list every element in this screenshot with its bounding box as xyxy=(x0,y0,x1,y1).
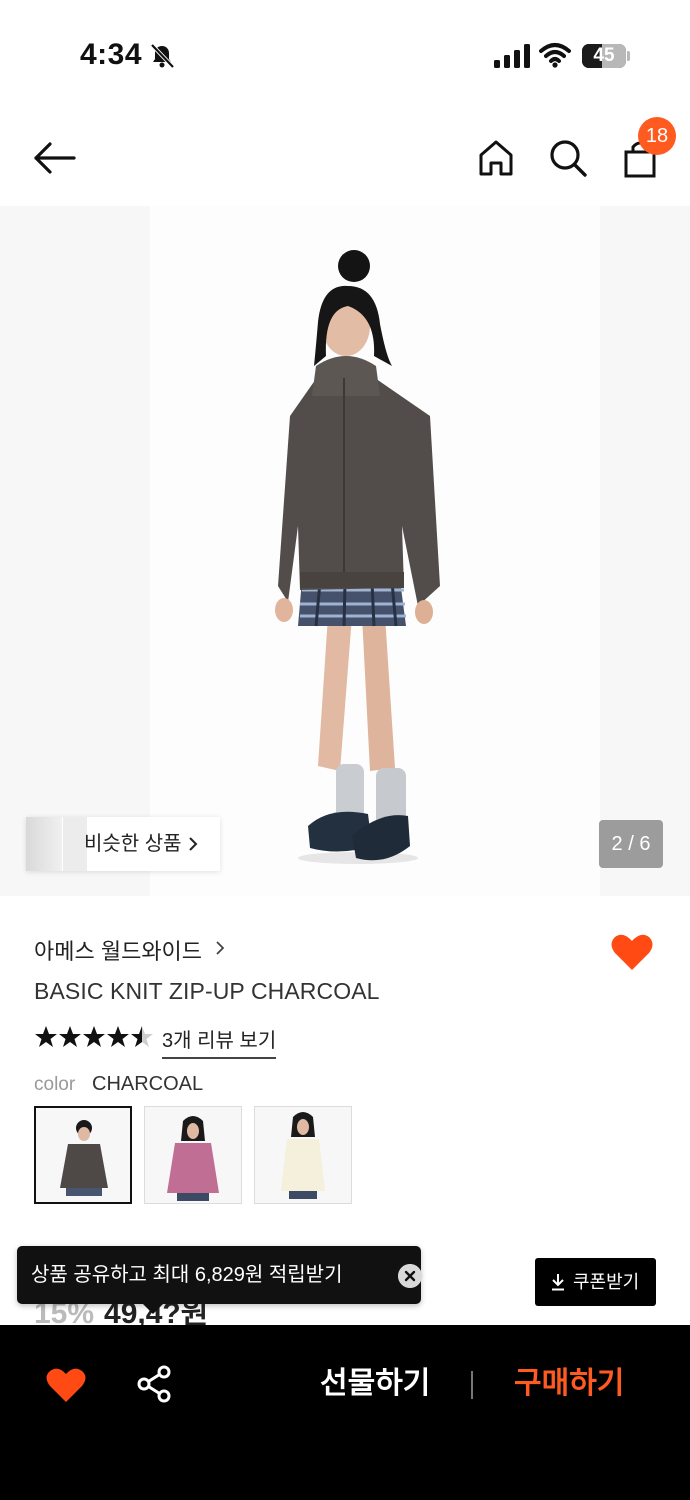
heart-icon[interactable] xyxy=(45,1366,87,1404)
star-full-icon xyxy=(83,1026,105,1047)
cellular-signal-icon xyxy=(494,44,530,68)
coupon-label: 쿠폰받기 xyxy=(573,1272,640,1292)
review-link[interactable]: 3개 리뷰 보기 xyxy=(162,1024,277,1059)
star-full-icon xyxy=(59,1026,81,1047)
similar-products-label: 비슷한 상품 xyxy=(84,833,182,855)
similar-product-thumbnail xyxy=(26,817,62,871)
swatch-thumbnail xyxy=(60,1120,108,1196)
star-full-icon xyxy=(107,1026,129,1047)
share-icon[interactable] xyxy=(135,1364,173,1404)
gift-button[interactable]: 선물하기 xyxy=(320,1360,430,1408)
bottom-action-bar xyxy=(0,1325,690,1500)
brand-link[interactable]: 아메스 월드와이드 xyxy=(34,934,202,966)
coupon-button[interactable]: 쿠폰받기 xyxy=(535,1258,656,1306)
toast-text: 상품 공유하고 최대 6,829원 적립받기 xyxy=(31,1264,343,1286)
color-label: color xyxy=(34,1074,76,1095)
rating-stars xyxy=(34,1025,156,1049)
color-swatch-ivory[interactable] xyxy=(254,1106,352,1204)
back-arrow-icon[interactable] xyxy=(30,138,78,178)
color-swatch-charcoal[interactable] xyxy=(34,1106,132,1204)
star-half-icon xyxy=(131,1026,153,1047)
share-reward-toast: 상품 공유하고 최대 6,829원 적립받기 xyxy=(17,1246,422,1304)
chevron-right-icon xyxy=(216,941,224,955)
swatch-thumbnail xyxy=(281,1112,325,1199)
action-divider xyxy=(471,1371,473,1399)
battery-percent: 45 xyxy=(593,45,615,66)
image-page-indicator: 2 / 6 xyxy=(599,820,663,868)
cart-count-badge: 18 xyxy=(638,117,676,155)
buy-button[interactable]: 구매하기 xyxy=(514,1360,624,1408)
product-image[interactable] xyxy=(0,206,690,896)
chevron-right-icon xyxy=(189,837,198,851)
color-value: CHARCOAL xyxy=(92,1073,204,1095)
star-full-icon xyxy=(35,1026,57,1047)
toast-pointer xyxy=(142,1303,164,1314)
swatch-thumbnail xyxy=(167,1116,219,1201)
status-bar: 4:34 45 xyxy=(0,0,690,110)
wifi-icon xyxy=(539,43,571,68)
top-nav xyxy=(0,110,690,206)
close-icon[interactable] xyxy=(398,1264,422,1288)
battery-nub xyxy=(627,51,630,61)
model-photo xyxy=(0,206,690,896)
similar-products-button[interactable]: 비슷한 상품 xyxy=(26,817,220,871)
home-icon[interactable] xyxy=(474,136,518,180)
search-icon[interactable] xyxy=(546,136,590,180)
status-time: 4:34 xyxy=(80,38,143,71)
bell-off-icon xyxy=(150,43,175,69)
wishlist-heart-icon[interactable] xyxy=(610,932,654,972)
color-swatch-pink[interactable] xyxy=(144,1106,242,1204)
download-icon xyxy=(552,1274,564,1291)
battery-icon: 45 xyxy=(582,44,626,68)
product-title: BASIC KNIT ZIP-UP CHARCOAL xyxy=(34,978,380,1004)
